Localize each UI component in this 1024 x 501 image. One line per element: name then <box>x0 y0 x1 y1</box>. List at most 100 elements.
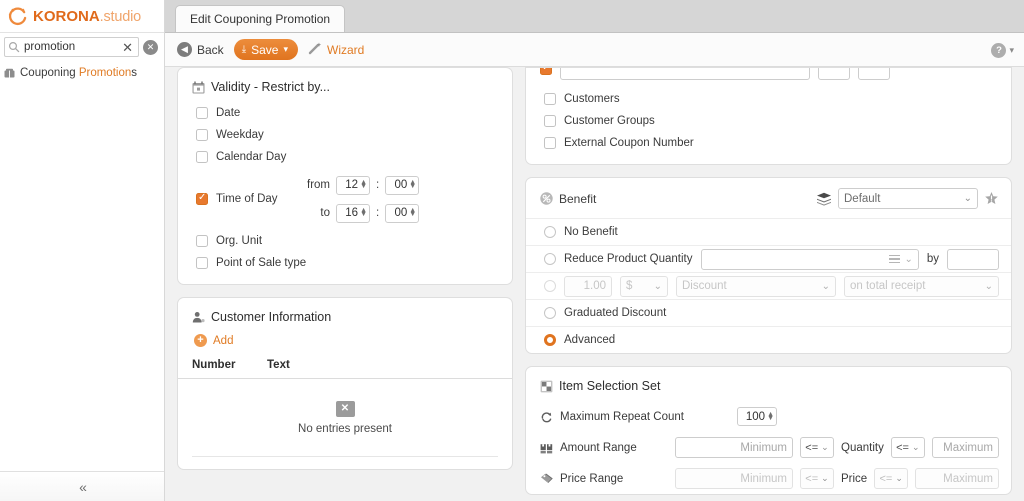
checkbox-weekday[interactable] <box>196 129 208 141</box>
benefit-card: Benefit Default ⌄ No Benefit Reduce Prod… <box>525 177 1012 354</box>
price-range-operator-left[interactable]: <= ⌄ <box>800 468 834 489</box>
amount-range-min-input[interactable]: Minimum <box>675 437 793 458</box>
amount-range-max-input[interactable]: Maximum <box>931 437 999 458</box>
search-clear-icon[interactable]: ✕ <box>120 41 135 54</box>
discount-type-select[interactable]: Discount ⌄ <box>676 275 836 297</box>
restriction-option-external-coupon-number[interactable]: External Coupon Number <box>526 132 1011 154</box>
to-minute-stepper[interactable]: 00 ▲ ▼ <box>385 203 420 223</box>
discount-scope-select[interactable]: on total receipt ⌄ <box>844 275 999 297</box>
chevron-down-icon: ⌄ <box>821 280 830 292</box>
arrow-left-icon: ◀ <box>177 42 192 57</box>
radio-no-benefit[interactable] <box>544 226 556 238</box>
column-header-number: Number <box>192 359 236 371</box>
restrictions-options: Customers Customer Groups External Coupo… <box>525 81 1012 165</box>
benefit-option-no-benefit[interactable]: No Benefit <box>526 218 1011 245</box>
clipped-input-primary[interactable] <box>560 68 810 80</box>
restriction-option-customer-groups[interactable]: Customer Groups <box>526 110 1011 132</box>
validity-title-label: Validity - Restrict by... <box>211 80 331 94</box>
checkbox-org-unit[interactable] <box>196 235 208 247</box>
discount-amount-input[interactable]: 1.00 <box>564 275 612 297</box>
price-tag-icon <box>540 472 553 485</box>
search-reset-button[interactable]: ✕ <box>143 39 158 55</box>
to-hour-stepper[interactable]: 16 ▲ ▼ <box>336 203 370 223</box>
price-range-operator-right[interactable]: <= ⌄ <box>874 468 909 489</box>
validity-option-calendar-day[interactable]: Calendar Day <box>178 146 512 168</box>
help-menu[interactable]: ? ▾ <box>991 33 1014 67</box>
column-header-text: Text <box>267 359 290 371</box>
checkbox-time-of-day[interactable] <box>196 192 208 205</box>
reduce-product-select[interactable]: ⌄ <box>700 248 919 270</box>
save-button-label: Save <box>251 42 279 57</box>
validity-option-label: Calendar Day <box>216 151 287 163</box>
time-of-day-label: Time of Day <box>216 193 278 205</box>
content-area: Validity - Restrict by... Date Weekday C… <box>165 67 1024 501</box>
benefit-profile-select[interactable]: Default ⌄ <box>838 188 978 209</box>
stepper-arrows-icon[interactable]: ▲ ▼ <box>409 207 416 218</box>
save-button[interactable]: ⤓ Save ▾ <box>233 39 298 60</box>
calendar-icon <box>192 81 205 94</box>
discount-scope-value: on total receipt <box>850 280 926 292</box>
add-customer-information-button[interactable]: + Add <box>178 332 512 355</box>
star-icon[interactable] <box>984 191 999 206</box>
time-of-day-toggle[interactable]: Time of Day <box>196 192 300 205</box>
checkbox-point-of-sale-type[interactable] <box>196 257 208 269</box>
amount-range-operator-right[interactable]: <= ⌄ <box>890 437 925 458</box>
validity-time-of-day: Time of Day from 12 ▲▼ : <box>178 168 512 230</box>
clipped-input-secondary[interactable] <box>818 68 850 80</box>
chevron-down-icon: ⌄ <box>963 193 972 204</box>
benefit-card-header: Benefit Default ⌄ <box>526 178 1011 218</box>
max-repeat-count-stepper[interactable]: 100 ▲ ▼ <box>737 407 777 426</box>
operator-right-value: <= <box>896 441 909 454</box>
clipped-input-tertiary[interactable] <box>858 68 890 80</box>
checkbox-customer-groups[interactable] <box>544 115 556 127</box>
download-icon: ⤓ <box>241 44 247 55</box>
checkbox-date[interactable] <box>196 107 208 119</box>
search-input[interactable]: promotion ✕ <box>4 37 139 57</box>
sidebar: KORONA.studio promotion ✕ ✕ Couponing Pr… <box>0 0 165 501</box>
discount-currency-select[interactable]: $ ⌄ <box>620 275 668 297</box>
boxes-icon <box>540 441 553 454</box>
collapse-sidebar-button[interactable]: « <box>79 479 87 495</box>
price-range-min-input[interactable]: Minimum <box>675 468 793 489</box>
from-minute-stepper[interactable]: 00 ▲ ▼ <box>385 175 420 195</box>
sidebar-item-couponing-promotions[interactable]: Couponing Promotions <box>4 64 164 82</box>
restriction-option-customers[interactable]: Customers <box>526 88 1011 110</box>
from-hour-stepper[interactable]: 12 ▲ ▼ <box>336 175 370 195</box>
stepper-arrows-icon[interactable]: ▲ ▼ <box>409 179 416 190</box>
benefit-option-discount[interactable]: 1.00 $ ⌄ Discount ⌄ on total receipt ⌄ <box>526 272 1011 299</box>
price-range-max-input[interactable]: Maximum <box>915 468 999 489</box>
radio-discount[interactable] <box>544 280 556 292</box>
benefit-option-graduated-discount[interactable]: Graduated Discount <box>526 299 1011 326</box>
stepper-arrows-icon[interactable]: ▲ ▼ <box>767 411 774 422</box>
radio-advanced[interactable] <box>544 334 556 346</box>
validity-card: Validity - Restrict by... Date Weekday C… <box>177 67 513 285</box>
price-range-middle-label: Price <box>841 472 868 485</box>
stepper-arrows-icon[interactable]: ▲ ▼ <box>360 179 367 190</box>
wizard-button[interactable]: Wizard <box>308 41 364 58</box>
benefit-title-label: Benefit <box>559 191 597 206</box>
reduce-by-input[interactable] <box>947 248 999 270</box>
validity-option-org-unit[interactable]: Org. Unit <box>178 230 512 252</box>
checkbox-customers[interactable] <box>544 93 556 105</box>
amount-range-operator-left[interactable]: <= ⌄ <box>800 437 834 458</box>
to-hour-value: 16 <box>345 207 359 219</box>
back-button[interactable]: ◀ Back <box>177 42 224 57</box>
validity-option-weekday[interactable]: Weekday <box>178 124 512 146</box>
validity-option-label: Org. Unit <box>216 235 263 247</box>
checkbox-calendar-day[interactable] <box>196 151 208 163</box>
radio-reduce-product-quantity[interactable] <box>544 253 556 265</box>
time-separator: : <box>376 207 380 219</box>
benefit-option-reduce-product-quantity[interactable]: Reduce Product Quantity ⌄ by <box>526 245 1011 272</box>
search-icon <box>8 41 20 53</box>
validity-option-date[interactable]: Date <box>178 102 512 124</box>
tab-edit-couponing-promotion[interactable]: Edit Couponing Promotion <box>175 5 346 32</box>
wizard-button-label: Wizard <box>327 42 365 57</box>
empty-folder-icon: ✕ <box>335 400 355 417</box>
stepper-arrows-icon[interactable]: ▲ ▼ <box>360 207 367 218</box>
checkbox-clipped-option[interactable] <box>540 68 552 75</box>
search-input-value: promotion <box>24 41 76 53</box>
radio-graduated-discount[interactable] <box>544 307 556 319</box>
validity-option-point-of-sale-type[interactable]: Point of Sale type <box>178 252 512 274</box>
checkbox-external-coupon-number[interactable] <box>544 137 556 149</box>
benefit-option-advanced[interactable]: Advanced <box>526 326 1011 353</box>
